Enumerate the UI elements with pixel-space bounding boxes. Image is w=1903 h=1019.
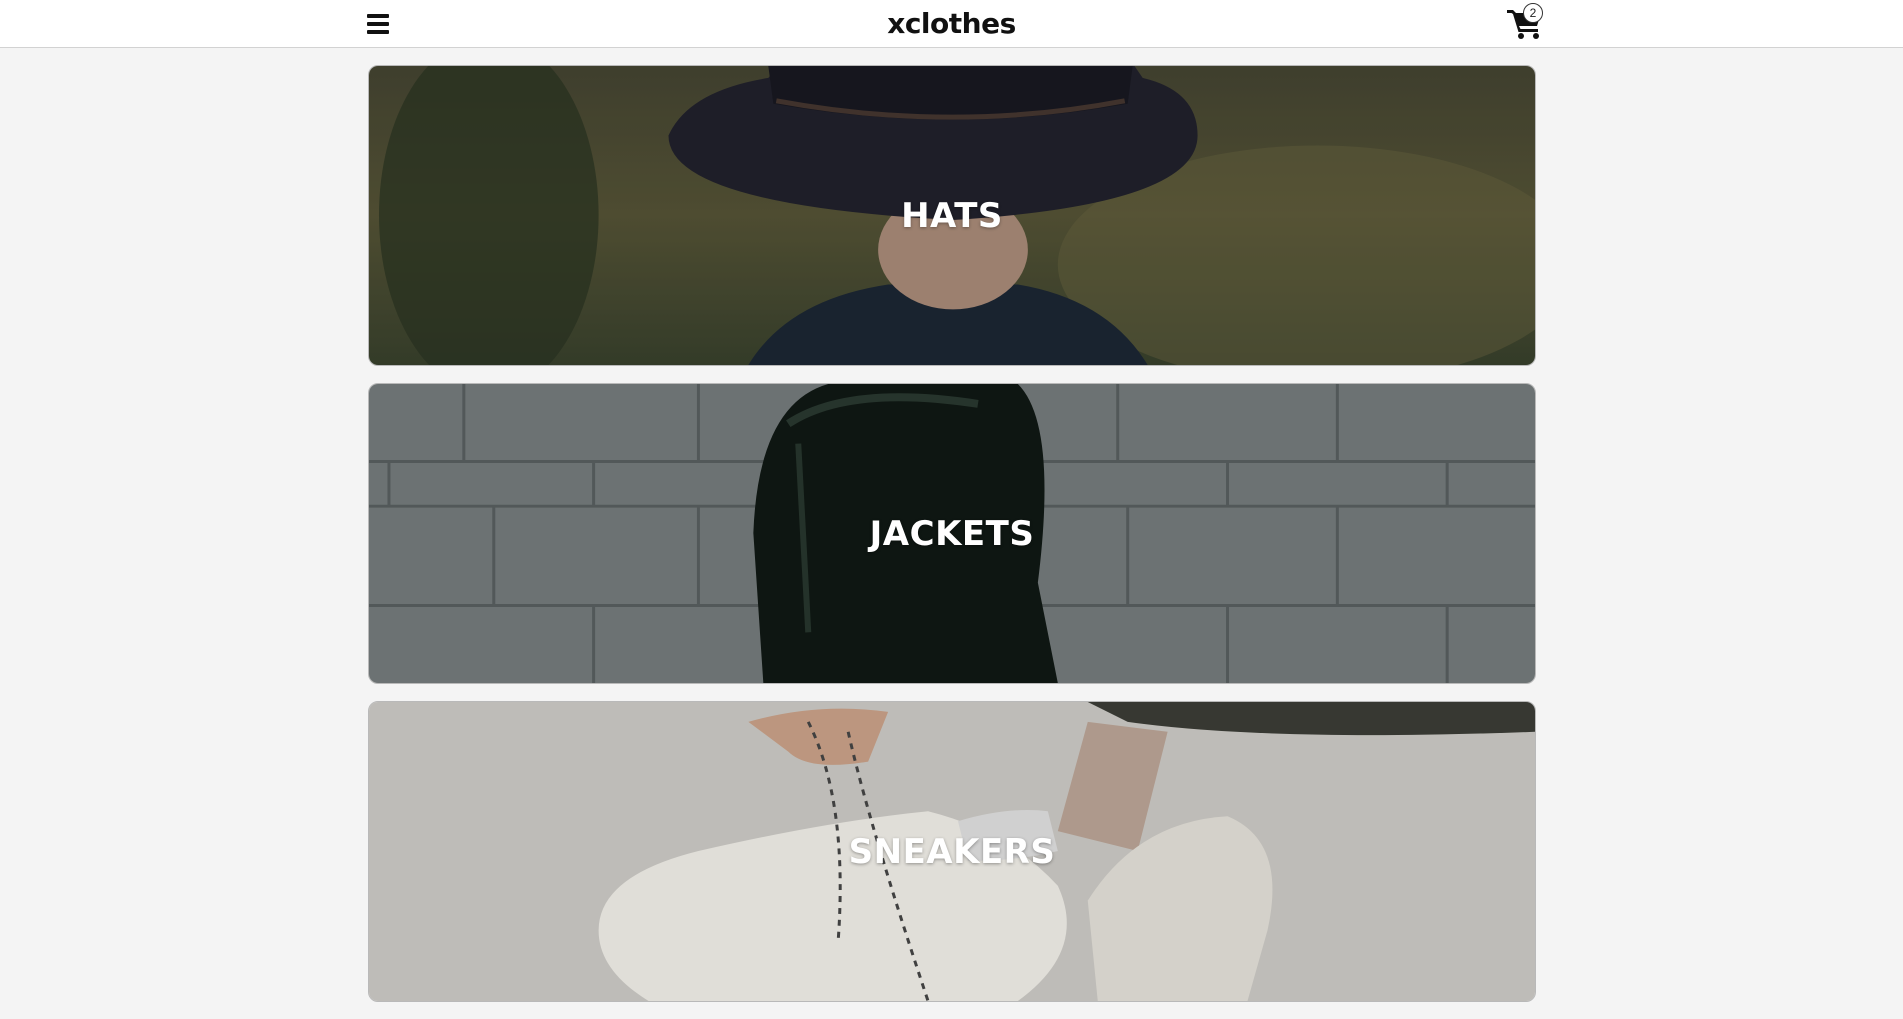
hamburger-menu-icon[interactable]: [365, 11, 391, 37]
brand-logo: xclothes: [0, 7, 1903, 40]
top-navigation-bar: xclothes 2: [0, 0, 1903, 48]
category-list: HATS JACKETS SNEAKERS: [368, 65, 1536, 1019]
category-card-sneakers[interactable]: SNEAKERS: [368, 701, 1536, 1002]
category-card-hats[interactable]: HATS: [368, 65, 1536, 366]
category-label: JACKETS: [869, 513, 1035, 554]
category-card-jackets[interactable]: JACKETS: [368, 383, 1536, 684]
category-label: HATS: [901, 195, 1003, 236]
cart-count-badge: 2: [1523, 3, 1543, 23]
brand-name[interactable]: xclothes: [887, 7, 1016, 40]
category-label: SNEAKERS: [848, 831, 1056, 872]
